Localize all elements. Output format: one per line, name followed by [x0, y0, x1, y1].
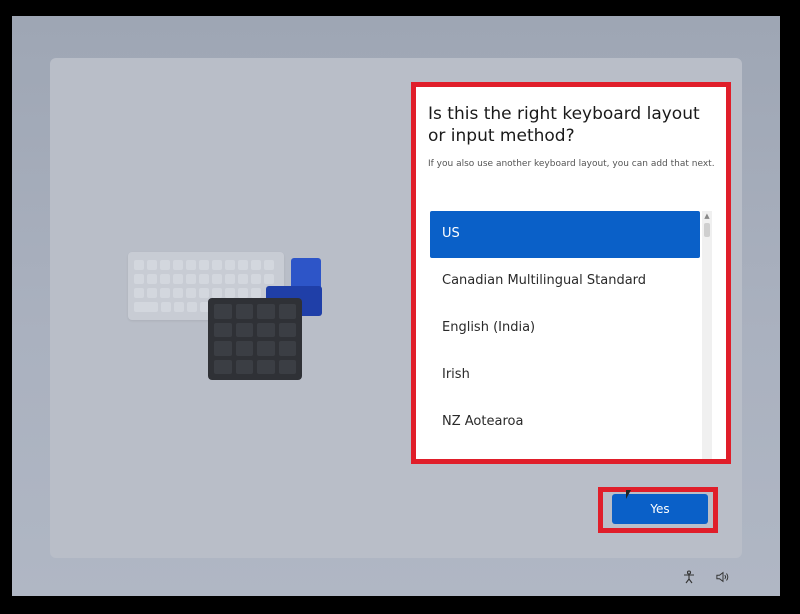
- list-scrollbar[interactable]: ▲: [702, 211, 712, 459]
- dialog-title: Is this the right keyboard layout or inp…: [428, 104, 700, 146]
- accessibility-icon[interactable]: [682, 570, 696, 584]
- layout-item-english-india[interactable]: English (India): [430, 305, 700, 352]
- layout-item-canadian-multilingual[interactable]: Canadian Multilingual Standard: [430, 258, 700, 305]
- dialog-subtitle: If you also use another keyboard layout,…: [428, 159, 715, 169]
- keyboard-illustration: [90, 214, 322, 380]
- keyboard-layout-dialog: Is this the right keyboard layout or inp…: [416, 87, 726, 459]
- numpad-graphic: [208, 298, 302, 380]
- volume-icon[interactable]: [716, 570, 730, 584]
- layout-item-irish[interactable]: Irish: [430, 352, 700, 399]
- scroll-thumb[interactable]: [704, 223, 710, 237]
- layout-item-nz-aotearoa[interactable]: NZ Aotearoa: [430, 399, 700, 446]
- layout-item-us[interactable]: US: [430, 211, 700, 258]
- scroll-up-icon[interactable]: ▲: [702, 211, 712, 221]
- mouse-cursor-icon: [626, 490, 631, 499]
- keyboard-layout-list[interactable]: US Canadian Multilingual Standard Englis…: [430, 211, 700, 459]
